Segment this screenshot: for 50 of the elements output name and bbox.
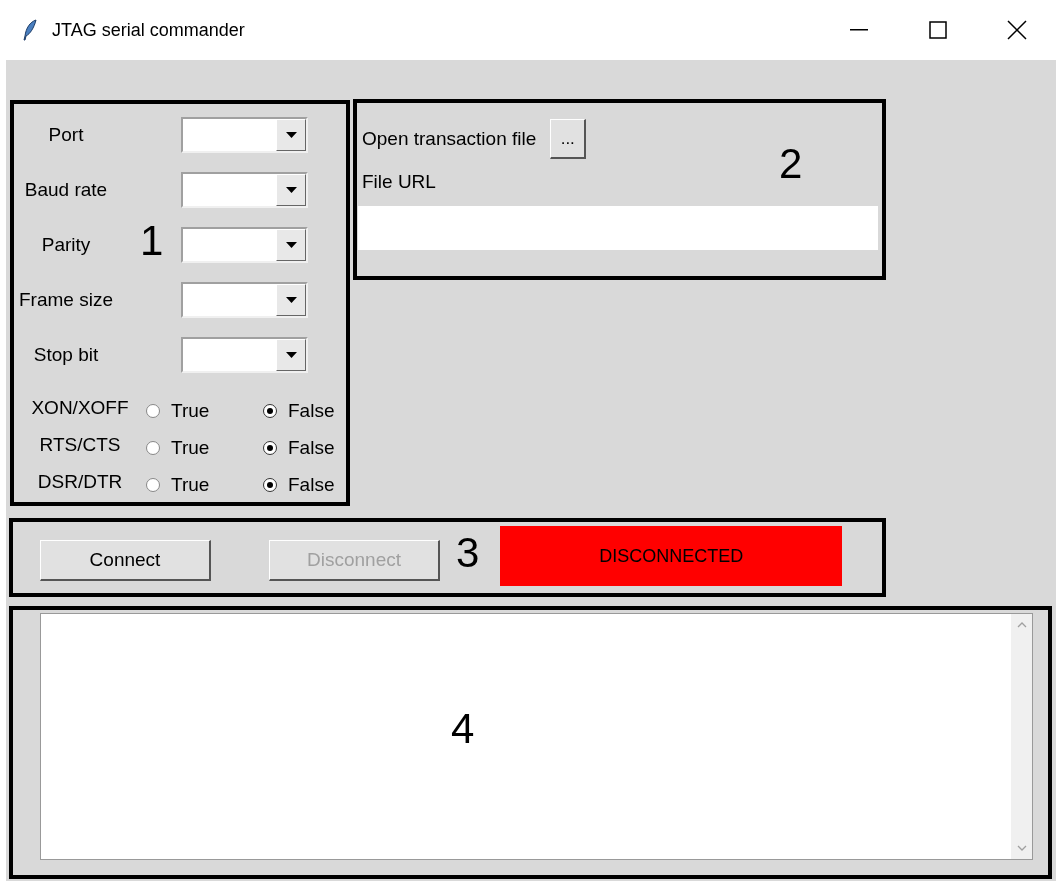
radio-button[interactable]: True xyxy=(146,436,263,459)
radio-circle[interactable] xyxy=(146,403,160,418)
radio-button[interactable]: False xyxy=(263,436,346,459)
caret-icon xyxy=(285,242,297,248)
feather-icon xyxy=(22,19,38,41)
dropdown-field[interactable] xyxy=(181,117,308,153)
annotation-number: 3 xyxy=(456,532,480,574)
caret-icon xyxy=(285,187,297,193)
field-label: File URL xyxy=(362,171,437,193)
radio-circle[interactable] xyxy=(263,440,277,455)
option-label: XON/XOFF xyxy=(30,396,130,419)
field-label: Parity xyxy=(40,234,92,256)
window-title: JTAG serial commander xyxy=(52,19,245,41)
dropdown-field[interactable] xyxy=(181,227,308,263)
option-label: DSR/DTR xyxy=(36,470,124,493)
radio-button[interactable]: False xyxy=(263,473,346,496)
field-label: Frame size xyxy=(18,289,114,311)
dropdown-button[interactable] xyxy=(276,339,306,371)
field-label: Open transaction file xyxy=(362,128,537,150)
dropdown-field[interactable] xyxy=(181,282,308,318)
field-label: Baud rate xyxy=(23,179,109,201)
connect-button[interactable]: Connect xyxy=(40,540,211,581)
dropdown-field[interactable] xyxy=(181,172,308,208)
dropdown-button[interactable] xyxy=(276,119,306,151)
url-field[interactable] xyxy=(358,206,878,250)
field-label: Stop bit xyxy=(32,344,100,366)
option-label: RTS/CTS xyxy=(38,433,122,456)
radio-circle[interactable] xyxy=(263,403,277,418)
annotation-number: 1 xyxy=(140,220,164,262)
caret-icon xyxy=(285,297,297,303)
dropdown-field[interactable] xyxy=(181,337,308,373)
caret-icon xyxy=(285,352,297,358)
dropdown-button[interactable] xyxy=(276,284,306,316)
browse-button[interactable]: ... xyxy=(550,119,587,159)
maximize-icon xyxy=(928,21,947,39)
radio-button[interactable]: True xyxy=(146,399,263,422)
minimize-icon xyxy=(849,29,868,31)
dropdown-button[interactable] xyxy=(276,174,306,206)
dropdown-button[interactable] xyxy=(276,229,306,261)
radio-circle[interactable] xyxy=(263,477,277,492)
caret-icon xyxy=(285,132,297,138)
radio-button[interactable]: True xyxy=(146,473,263,496)
annotation-number: 2 xyxy=(779,143,803,185)
radio-circle[interactable] xyxy=(146,477,160,492)
close-icon xyxy=(1006,20,1027,40)
field-label: Port xyxy=(47,124,85,146)
status-indicator: DISCONNECTED xyxy=(500,526,843,586)
annotation-number: 4 xyxy=(451,708,475,750)
radio-button[interactable]: False xyxy=(263,399,346,422)
radio-circle[interactable] xyxy=(146,440,160,455)
